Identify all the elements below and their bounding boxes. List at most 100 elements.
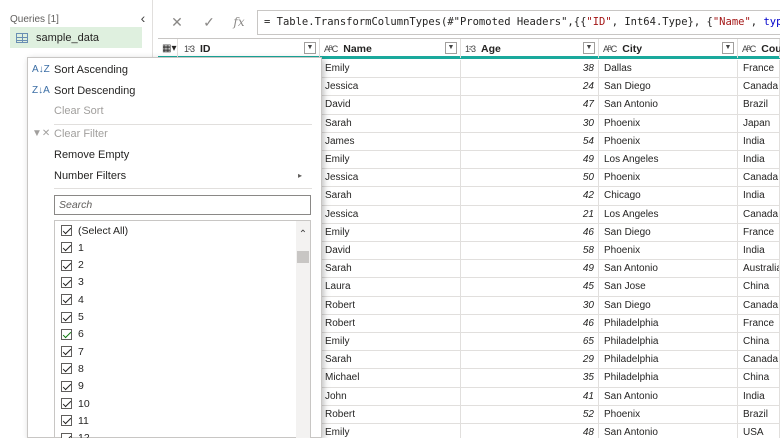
- text-type-icon[interactable]: AᴮC: [603, 44, 617, 54]
- query-item-sample-data[interactable]: sample_data: [10, 27, 142, 48]
- table-cell[interactable]: 46: [461, 314, 599, 333]
- table-cell[interactable]: France: [738, 60, 780, 78]
- filter-dropdown-button[interactable]: ▼: [722, 42, 734, 54]
- table-cell[interactable]: Canada: [738, 205, 780, 224]
- checkbox[interactable]: [61, 311, 72, 323]
- table-cell[interactable]: Los Angeles: [599, 205, 738, 224]
- filter-value-item[interactable]: 2: [61, 257, 84, 274]
- filter-value-item[interactable]: 6: [61, 326, 84, 343]
- filter-value-item[interactable]: (Select All): [61, 222, 128, 239]
- table-cell[interactable]: Robert: [320, 296, 461, 315]
- filter-value-item[interactable]: 9: [61, 378, 84, 395]
- table-cell[interactable]: San Antonio: [599, 260, 738, 279]
- table-cell[interactable]: 58: [461, 242, 599, 260]
- filter-value-item[interactable]: 1: [61, 239, 84, 256]
- table-cell[interactable]: China: [738, 369, 780, 388]
- table-cell[interactable]: 21: [461, 205, 599, 224]
- table-cell[interactable]: Emily: [320, 223, 461, 242]
- checkbox[interactable]: [61, 259, 72, 271]
- table-cell[interactable]: Phoenix: [599, 132, 738, 151]
- table-cell[interactable]: Phoenix: [599, 169, 738, 188]
- table-cell[interactable]: India: [738, 132, 780, 151]
- search-input[interactable]: Search: [54, 195, 311, 215]
- filter-value-item[interactable]: 5: [61, 309, 84, 326]
- list-scrollbar[interactable]: ⌃: [296, 221, 310, 438]
- column-header-name[interactable]: AᴮC Name ▼: [320, 39, 461, 58]
- table-cell[interactable]: San Jose: [599, 278, 738, 297]
- table-cell[interactable]: Brazil: [738, 96, 780, 115]
- commit-icon[interactable]: ✓: [198, 12, 220, 32]
- table-cell[interactable]: San Diego: [599, 296, 738, 315]
- table-cell[interactable]: 30: [461, 114, 599, 133]
- checkbox[interactable]: [61, 346, 72, 358]
- filter-dropdown-button[interactable]: ▼: [304, 42, 316, 54]
- table-cell[interactable]: Canada: [738, 169, 780, 188]
- table-cell[interactable]: 47: [461, 96, 599, 115]
- table-cell[interactable]: San Diego: [599, 78, 738, 97]
- table-cell[interactable]: Emily: [320, 424, 461, 438]
- table-cell[interactable]: James: [320, 132, 461, 151]
- table-cell[interactable]: Jessica: [320, 205, 461, 224]
- table-cell[interactable]: Japan: [738, 114, 780, 133]
- table-cell[interactable]: Phoenix: [599, 114, 738, 133]
- table-cell[interactable]: Sarah: [320, 260, 461, 279]
- text-type-icon[interactable]: AᴮC: [324, 44, 338, 54]
- checkbox[interactable]: [61, 398, 72, 409]
- filter-value-item[interactable]: 11: [61, 412, 89, 429]
- checkbox[interactable]: [61, 328, 72, 340]
- table-cell[interactable]: San Antonio: [599, 96, 738, 115]
- table-cell[interactable]: Phoenix: [599, 242, 738, 260]
- table-cell[interactable]: Philadelphia: [599, 333, 738, 351]
- sort-ascending-item[interactable]: Sort Ascending: [54, 62, 128, 78]
- table-cell[interactable]: 49: [461, 260, 599, 279]
- table-cell[interactable]: Sarah: [320, 351, 461, 370]
- filter-dropdown-button[interactable]: ▼: [445, 42, 457, 54]
- table-cell[interactable]: Dallas: [599, 60, 738, 78]
- table-cell[interactable]: John: [320, 387, 461, 406]
- table-cell[interactable]: 30: [461, 296, 599, 315]
- checkbox[interactable]: [61, 242, 72, 254]
- table-cell[interactable]: 24: [461, 78, 599, 97]
- table-cell[interactable]: San Antonio: [599, 387, 738, 406]
- table-cell[interactable]: 41: [461, 387, 599, 406]
- filter-value-item[interactable]: 10: [61, 395, 90, 412]
- filter-value-item[interactable]: 7: [61, 343, 84, 360]
- table-cell[interactable]: 45: [461, 278, 599, 297]
- cancel-icon[interactable]: ✕: [166, 12, 188, 32]
- table-cell[interactable]: India: [738, 151, 780, 169]
- table-cell[interactable]: 48: [461, 424, 599, 438]
- number-type-icon[interactable]: 1²3: [184, 44, 195, 54]
- table-cell[interactable]: Sarah: [320, 187, 461, 206]
- clear-filter-item[interactable]: Clear Filter: [54, 126, 108, 142]
- table-cell[interactable]: China: [738, 333, 780, 351]
- chevron-up-icon[interactable]: ⌃: [297, 229, 309, 240]
- table-cell[interactable]: Michael: [320, 369, 461, 388]
- table-cell[interactable]: Canada: [738, 351, 780, 370]
- table-cell[interactable]: 65: [461, 333, 599, 351]
- table-cell[interactable]: France: [738, 314, 780, 333]
- table-cell[interactable]: India: [738, 187, 780, 206]
- table-cell[interactable]: David: [320, 242, 461, 260]
- number-filters-item[interactable]: Number Filters ▸: [54, 168, 312, 184]
- table-cell[interactable]: Laura: [320, 278, 461, 297]
- checkbox[interactable]: [61, 225, 72, 236]
- checkbox[interactable]: [61, 432, 72, 438]
- table-cell[interactable]: Philadelphia: [599, 314, 738, 333]
- table-cell[interactable]: USA: [738, 424, 780, 438]
- table-cell[interactable]: India: [738, 387, 780, 406]
- table-cell[interactable]: Philadelphia: [599, 369, 738, 388]
- column-header-city[interactable]: AᴮC City ▼: [599, 39, 738, 58]
- checkbox[interactable]: [61, 380, 72, 392]
- table-cell[interactable]: 50: [461, 169, 599, 188]
- column-header-id[interactable]: 1²3 ID ▼: [180, 39, 320, 58]
- table-cell[interactable]: Brazil: [738, 405, 780, 424]
- filter-value-item[interactable]: 12: [61, 430, 90, 438]
- table-cell[interactable]: 38: [461, 60, 599, 78]
- table-cell[interactable]: Robert: [320, 314, 461, 333]
- table-cell[interactable]: China: [738, 278, 780, 297]
- table-cell[interactable]: India: [738, 242, 780, 260]
- table-cell[interactable]: 35: [461, 369, 599, 388]
- table-cell[interactable]: Australia: [738, 260, 780, 279]
- table-cell[interactable]: Canada: [738, 296, 780, 315]
- table-cell[interactable]: David: [320, 96, 461, 115]
